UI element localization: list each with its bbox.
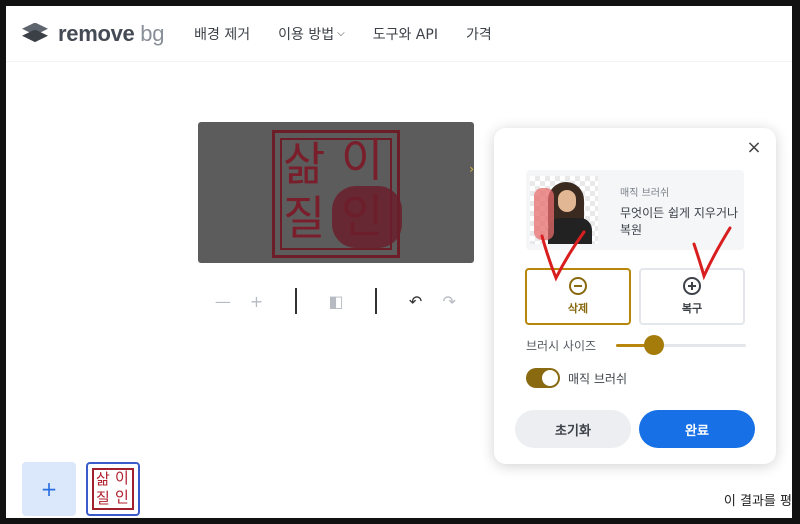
stamp-char: 질	[283, 191, 326, 245]
image-preview[interactable]: 삶 이 질 인 ›	[198, 122, 474, 263]
reset-button[interactable]: 초기화	[515, 410, 631, 448]
toolbar-divider	[374, 288, 377, 314]
stamp-char: 이	[115, 469, 129, 487]
close-icon[interactable]: ×	[744, 138, 764, 158]
stamp-char: 질	[96, 489, 110, 507]
logo-text: remove bg	[58, 20, 165, 46]
edge-marker: ›	[469, 162, 474, 176]
logo[interactable]: remove bg	[20, 21, 164, 47]
stamp-char: 인	[115, 488, 129, 506]
plus-icon[interactable]: +	[240, 292, 274, 311]
image-thumbnail[interactable]: 삶 이 질 인	[86, 462, 140, 516]
main-nav: 배경 제거 이용 방법 ⌵ 도구와 API 가격	[194, 24, 492, 44]
brush-size-control: 브러시 사이즈	[526, 335, 746, 355]
minus-icon[interactable]: —	[206, 292, 240, 311]
logo-icon	[20, 22, 50, 45]
brush-stroke-overlay	[332, 186, 402, 248]
erase-mode-label: 삭제	[567, 302, 589, 315]
header: remove bg 배경 제거 이용 방법 ⌵ 도구와 API 가격	[6, 6, 792, 62]
magic-brush-toggle-row: 매직 브러쉬	[526, 368, 627, 388]
add-image-button[interactable]: +	[22, 462, 76, 516]
panel-actions: 초기화 완료	[515, 410, 755, 448]
app-frame: remove bg 배경 제거 이용 방법 ⌵ 도구와 API 가격 삶 이 질 …	[6, 6, 792, 518]
nav-item-remove-bg[interactable]: 배경 제거	[194, 24, 250, 44]
stamp-char: 삶	[283, 137, 326, 191]
chevron-down-icon: ⌵	[337, 28, 345, 39]
toolbar-divider	[295, 288, 298, 314]
redo-icon[interactable]: ↷	[432, 292, 466, 311]
brush-size-slider[interactable]	[616, 335, 746, 355]
compare-icon[interactable]: ◧	[319, 292, 353, 311]
red-checkmark-annotation	[540, 230, 586, 282]
magic-brush-toggle-label: 매직 브러쉬	[568, 371, 628, 386]
restore-mode-label: 복구	[681, 302, 703, 315]
magic-brush-panel: × 매직 브러쉬 무엇이든 쉽게 지우거나 복원 삭제 복구 브러시 사이즈 매…	[494, 128, 776, 464]
editor-toolbar: — + ◧ ↶ ↷	[206, 286, 466, 316]
stamp-char: 이	[341, 133, 384, 187]
stamp-char: 삶	[96, 470, 110, 488]
nav-item-pricing[interactable]: 가격	[466, 24, 492, 44]
nav-item-how-to[interactable]: 이용 방법 ⌵	[278, 24, 345, 44]
nav-item-tools-api[interactable]: 도구와 API	[373, 24, 438, 44]
undo-icon[interactable]: ↶	[399, 292, 433, 311]
red-checkmark-annotation	[692, 226, 732, 281]
done-button[interactable]: 완료	[639, 410, 755, 448]
slider-handle[interactable]	[643, 335, 664, 355]
brush-size-label: 브러시 사이즈	[526, 338, 597, 353]
rate-result-text[interactable]: 이 결과를 평	[724, 490, 792, 509]
magic-brush-toggle[interactable]	[526, 368, 560, 388]
info-title: 매직 브러쉬	[620, 188, 670, 199]
